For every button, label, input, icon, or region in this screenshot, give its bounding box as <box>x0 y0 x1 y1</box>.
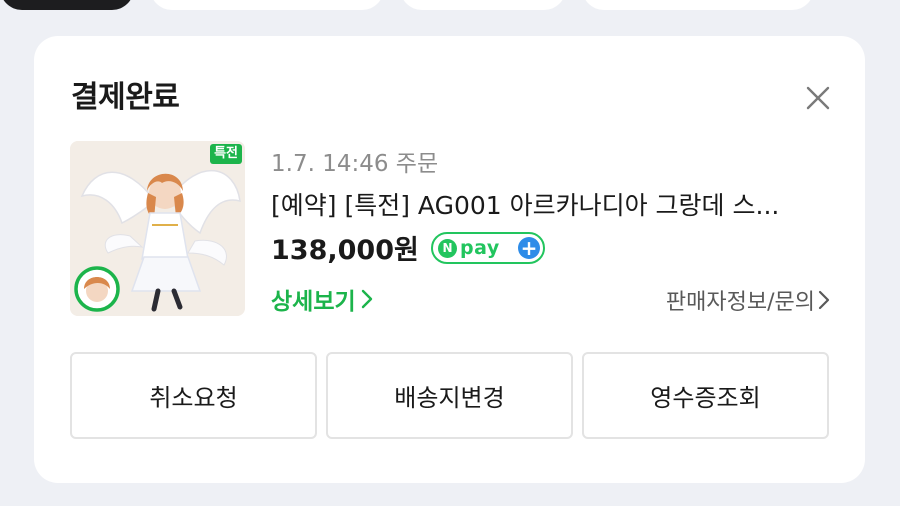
product-name[interactable]: [예약] [특전] AG001 아르카나디아 그랑데 스... <box>271 186 831 222</box>
change-address-button[interactable]: 배송지변경 <box>326 352 573 439</box>
chevron-right-icon <box>818 290 830 310</box>
top-chip[interactable] <box>582 0 814 10</box>
detail-link-label: 상세보기 <box>271 289 356 315</box>
close-icon <box>806 86 830 110</box>
order-card: 결제완료 특전 1.7. 14:46 주문 [예약] [특전] AG001 아르… <box>34 36 865 483</box>
product-price: 138,000원 <box>271 235 419 266</box>
seller-info-label: 판매자정보/문의 <box>665 290 815 315</box>
cancel-request-button[interactable]: 취소요청 <box>70 352 317 439</box>
npay-n-icon: N <box>438 238 457 258</box>
seller-info-link[interactable]: 판매자정보/문의 <box>666 284 831 316</box>
product-image <box>70 141 245 316</box>
detail-link[interactable]: 상세보기 <box>271 282 374 316</box>
chevron-right-icon <box>361 289 372 309</box>
top-chip-active[interactable] <box>0 0 134 10</box>
view-receipt-button[interactable]: 영수증조회 <box>582 352 829 439</box>
npay-label: pay <box>460 236 500 259</box>
bonus-badge: 특전 <box>210 144 242 164</box>
npay-plus-icon: + <box>518 237 540 259</box>
card-title: 결제완료 <box>71 80 180 115</box>
close-button[interactable] <box>800 80 836 116</box>
product-thumbnail[interactable]: 특전 <box>70 141 245 316</box>
npay-badge: N pay + <box>431 232 545 264</box>
order-date: 1.7. 14:46 주문 <box>271 151 439 177</box>
top-chip[interactable] <box>150 0 384 10</box>
top-chip[interactable] <box>400 0 566 10</box>
